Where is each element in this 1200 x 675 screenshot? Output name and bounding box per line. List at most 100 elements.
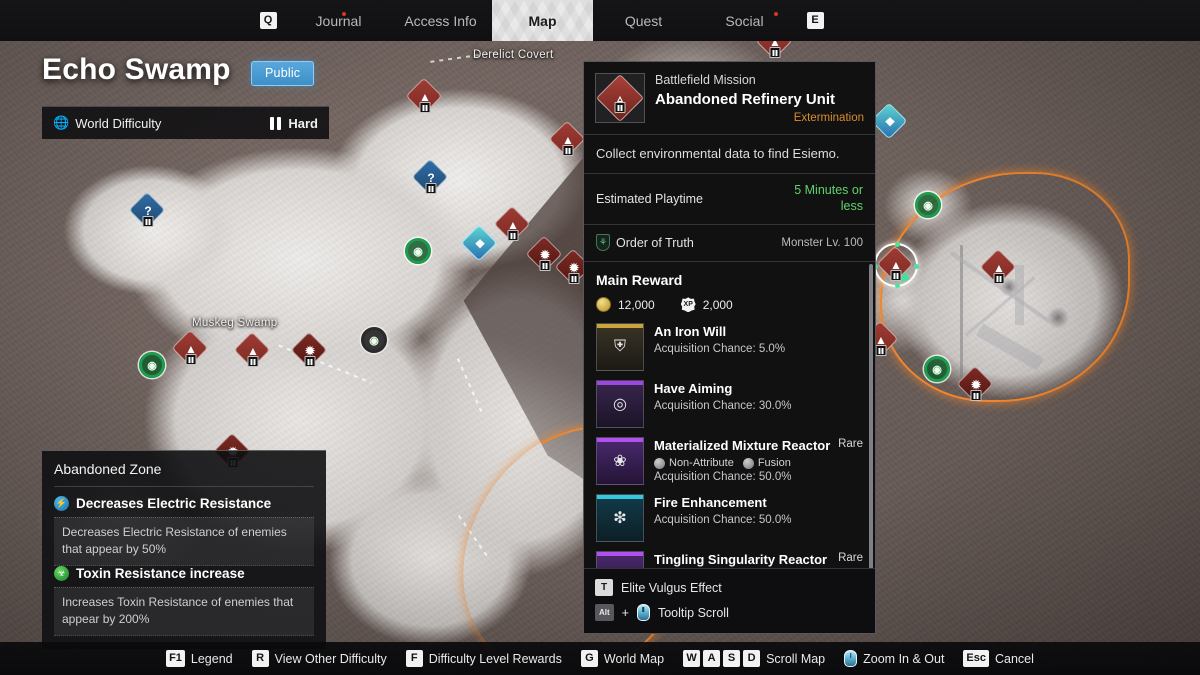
outpost-glyph-icon: ◉ [369,334,379,347]
reward-body: Have Aiming Acquisition Chance: 30.0% [654,380,863,412]
unknown-marker[interactable]: ? [411,158,449,196]
main-reward-title: Main Reward [596,272,683,289]
outpost-marker[interactable]: ◉ [361,327,387,353]
mission-marker[interactable]: ▲ [405,77,443,115]
divider [54,486,314,487]
mission-marker[interactable]: ▲ [171,329,209,367]
key-s-icon: S [723,650,741,667]
reward-item[interactable]: ◎ Have Aiming Acquisition Chance: 30.0% [596,380,863,429]
hotkey-item[interactable]: F1 Legend [166,650,233,667]
zone-effect-name: Toxin Resistance increase [76,566,245,582]
key-f-icon: F [405,650,423,667]
hotkey-keys: WASD [683,650,761,667]
estimated-playtime-value: 5 Minutes or less [794,183,863,213]
loot-marker[interactable]: ❖ [460,224,498,262]
reward-name: Tingling Singularity Reactor [654,552,828,568]
session-visibility-badge[interactable]: Public [251,61,315,86]
marker-stand-icon [185,354,197,366]
reward-scroll-area[interactable]: Main Reward 12,000 XP 2,000 ⛨ An Iron Wil… [584,262,875,568]
unknown-marker[interactable]: ? [128,191,166,229]
loot-marker[interactable]: ❖ [870,102,908,140]
mission-panel-footer: T Elite Vulgus Effect Alt + Tooltip Scro… [584,568,875,633]
plus-sign: + [621,605,629,620]
hotkey-item[interactable]: R View Other Difficulty [251,650,387,667]
mission-marker[interactable]: ▲ [979,248,1017,286]
attribute-icon [742,457,754,469]
marker-stand-icon [562,145,574,157]
selected-mission-marker[interactable]: ▲ [876,245,914,283]
mouse-wheel-icon [844,650,858,667]
hotkey-keys: F [405,650,423,667]
hotkey-label: Cancel [995,651,1034,666]
reward-chance: Acquisition Chance: 30.0% [654,400,792,413]
game-map-screen: Derelict CovertMuskeg Swamp ▲▲▲??▲▲▲✹✹✹✹… [0,0,1200,675]
hotkey-bar: F1 Legend R View Other Difficulty F Difficult… [0,642,1200,675]
reward-attributes: Non-Attribute Fusion [654,457,863,469]
hotkey-item[interactable]: Zoom In & Out [844,650,944,667]
hotkey-item[interactable]: Esc Cancel [963,650,1034,667]
outpost-marker[interactable]: ◉ [924,356,950,382]
key-q-icon: Q [259,12,277,29]
reward-item[interactable]: ◆ Tingling Singularity ReactorElectricSin… [596,551,863,568]
estimated-playtime-row: Estimated Playtime 5 Minutes or less [584,174,875,226]
estimated-playtime-label: Estimated Playtime [596,191,703,206]
marker-stand-icon [304,356,316,368]
tab-map[interactable]: Map [492,0,593,41]
hotkey-item[interactable]: F Difficulty Level Rewards [405,650,562,667]
hotkey-keys: R [251,650,269,667]
reward-name: An Iron Will [654,324,727,340]
reward-thumbnail-icon: ◎ [596,380,644,429]
tab-access-info[interactable]: Access Info [389,0,492,41]
mission-marker[interactable]: ▲ [548,120,586,158]
hotkey-keys [844,650,858,667]
marker-stand-icon [507,230,519,242]
zone-effect-description: Decreases Electric Resistance of enemies… [54,517,314,567]
boss-marker[interactable]: ✹ [956,365,994,403]
zone-effect-item: ⚡ Decreases Electric Resistance Decrease… [54,496,314,567]
key-a-icon: A [703,650,721,667]
mission-description: Collect environmental data to find Esiem… [584,135,875,175]
mission-kind: Battlefield Mission [655,73,756,87]
mission-detail-panel[interactable]: ▵ Battlefield Mission Abandoned Refinery… [583,61,876,634]
reward-item[interactable]: ❇ Fire Enhancement Acquisition Chance: 50.… [596,494,863,543]
map-region-label: Muskeg Swamp [192,317,278,329]
hotkey-item[interactable]: W A S D Scroll Map [683,650,825,667]
prev-tab-key[interactable]: Q [248,0,288,41]
boss-marker[interactable]: ✹ [290,331,328,369]
outpost-marker[interactable]: ◉ [405,238,431,264]
marker-stand-icon [769,47,781,59]
tab-quest[interactable]: Quest [593,0,694,41]
hotkey-keys: Esc [963,650,989,667]
mission-header: ▵ Battlefield Mission Abandoned Refinery… [584,62,875,136]
hotkey-item[interactable]: G World Map [580,650,664,667]
key-d-icon: D [743,650,761,667]
mouse-wheel-icon [636,604,650,621]
faction-shield-icon: ⚘ [596,234,610,252]
mission-marker[interactable]: ▲ [233,331,271,369]
zone-effect-name: Decreases Electric Resistance [76,496,272,511]
difficulty-level-icon [270,116,282,130]
tab-journal[interactable]: Journal [288,0,389,41]
boss-marker[interactable]: ✹ [525,235,563,273]
currency-gold: 12,000 [596,297,655,313]
footer-hint-elite-effect[interactable]: T Elite Vulgus Effect [595,575,864,600]
marker-diamond-icon [460,224,498,262]
outpost-marker[interactable]: ◉ [915,192,941,218]
reward-item[interactable]: ❀ Materialized Mixture Reactor Non-Attribu… [596,437,863,486]
outpost-glyph-icon: ◉ [932,363,942,376]
outpost-marker[interactable]: ◉ [139,352,165,378]
faction-name: Order of Truth [616,235,694,250]
world-difficulty-bar[interactable]: 🌐 World Difficulty Hard [42,106,329,139]
reward-item[interactable]: ⛨ An Iron Will Acquisition Chance: 5.0% [596,323,863,372]
footer-hint-label: Elite Vulgus Effect [621,580,722,595]
scrollbar[interactable] [869,264,873,568]
footer-hint-tooltip-scroll[interactable]: Alt + Tooltip Scroll [595,600,864,625]
marker-stand-icon [419,102,431,114]
mission-marker[interactable]: ▲ [493,205,531,243]
zone-effect-description: Increases Toxin Resistance of enemies th… [54,587,314,637]
world-difficulty-value: Hard [288,115,318,131]
reward-chance: Acquisition Chance: 5.0% [654,343,786,356]
tab-social[interactable]: Social [694,0,795,41]
next-tab-key[interactable]: E [795,0,835,41]
mission-name: Abandoned Refinery Unit [655,90,836,108]
